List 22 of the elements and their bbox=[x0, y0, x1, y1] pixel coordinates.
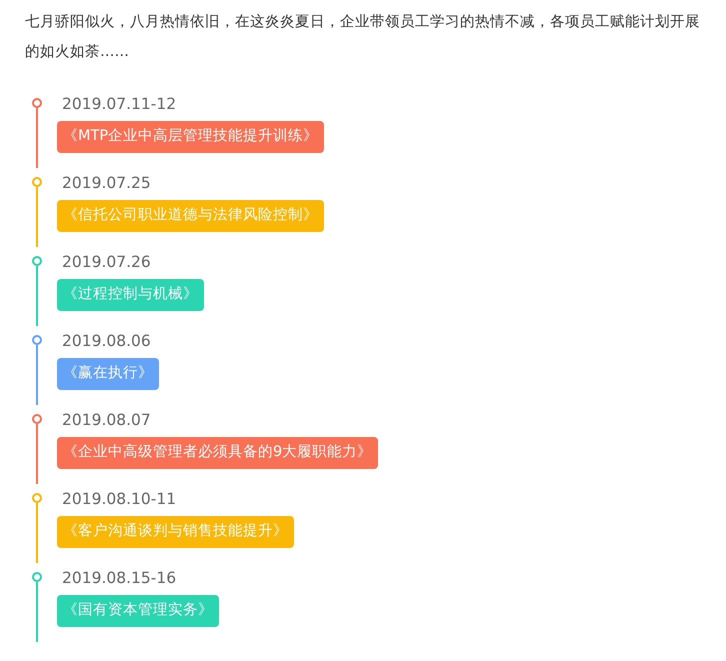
timeline-line bbox=[36, 266, 38, 326]
course-tag: 《企业中高级管理者必须具备的9大履职能力》 bbox=[57, 437, 378, 469]
intro-paragraph: 七月骄阳似火，八月热情依旧，在这炎炎夏日，企业带领员工学习的热情不减，各项员工赋能计划开展的如火如荼…… bbox=[25, 13, 701, 62]
timeline-line bbox=[36, 424, 38, 484]
timeline-line bbox=[36, 503, 38, 563]
course-tag: 《赢在执行》 bbox=[57, 358, 159, 390]
date-label: 2019.07.11-12 bbox=[61, 97, 176, 111]
course-tag: 《客户沟通谈判与销售技能提升》 bbox=[57, 516, 294, 548]
course-tag: 《信托公司职业道德与法律风险控制》 bbox=[57, 200, 324, 232]
date-label: 2019.08.06 bbox=[61, 334, 151, 348]
course-tag: 《过程控制与机械》 bbox=[57, 279, 204, 311]
date-label: 2019.08.10-11 bbox=[61, 492, 176, 506]
timeline-line bbox=[36, 582, 38, 642]
date-label: 2019.07.25 bbox=[61, 176, 151, 190]
date-label: 2019.07.26 bbox=[61, 255, 151, 269]
timeline-line bbox=[36, 345, 38, 405]
timeline-line bbox=[36, 187, 38, 247]
date-label: 2019.08.15-16 bbox=[61, 571, 176, 585]
course-tag: 《国有资本管理实务》 bbox=[57, 595, 219, 627]
course-tag: 《MTP企业中高层管理技能提升训练》 bbox=[57, 121, 324, 153]
timeline-line bbox=[36, 108, 38, 168]
date-label: 2019.08.07 bbox=[61, 413, 151, 427]
